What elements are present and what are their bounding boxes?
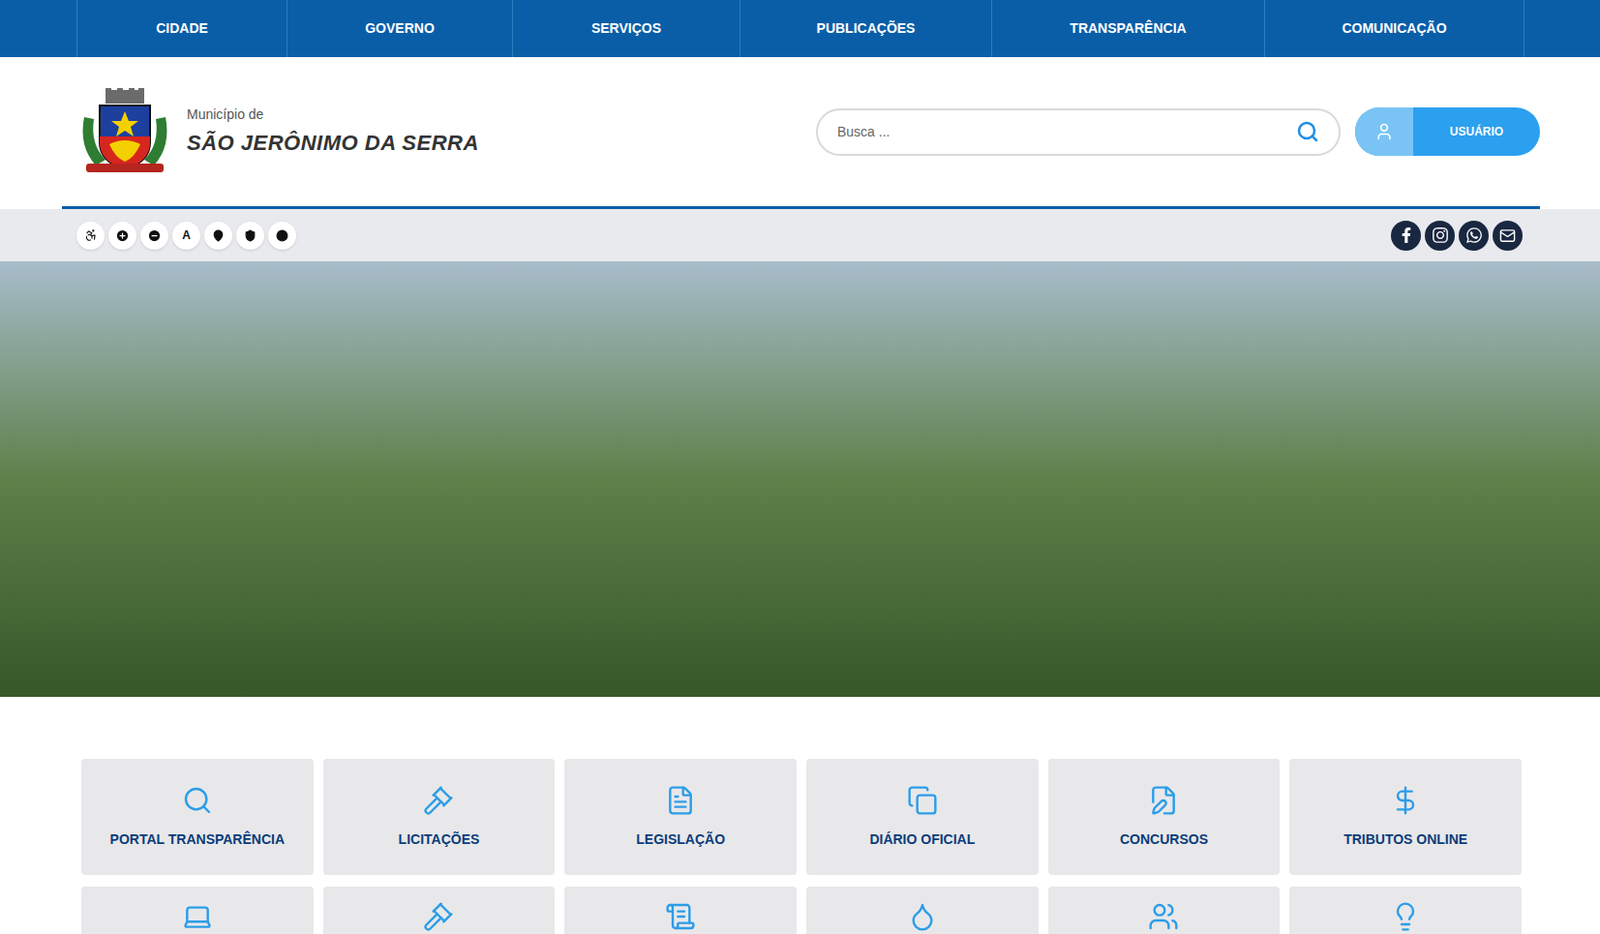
people-icon bbox=[1147, 901, 1179, 933]
quick-link-card[interactable]: DIÁRIO OFICIAL bbox=[806, 758, 1039, 876]
nav-item[interactable]: CIDADE bbox=[76, 0, 287, 58]
tile-icon bbox=[422, 784, 454, 816]
quick-link-card[interactable]: PORTAL TRANSPARÊNCIA bbox=[81, 758, 314, 876]
crest-icon bbox=[76, 88, 174, 176]
municipality-prefix: Município de bbox=[186, 104, 480, 125]
quick-link-card[interactable] bbox=[564, 886, 797, 934]
search-icon[interactable] bbox=[1296, 120, 1320, 144]
privacy-button[interactable] bbox=[236, 221, 265, 250]
nav-item[interactable]: TRANSPARÊNCIA bbox=[991, 0, 1265, 58]
location-button[interactable] bbox=[204, 221, 233, 250]
nav-item[interactable]: PUBLICAÇÕES bbox=[739, 0, 992, 58]
contrast-icon bbox=[275, 229, 289, 242]
decrease-font-button[interactable] bbox=[140, 221, 169, 250]
search-field[interactable] bbox=[815, 108, 1341, 156]
mail-icon bbox=[1499, 227, 1516, 244]
accessibility-button[interactable] bbox=[76, 221, 105, 250]
droplet-icon bbox=[906, 901, 938, 933]
tile-label: LICITAÇÕES bbox=[398, 829, 481, 850]
facebook-icon bbox=[1398, 227, 1415, 243]
quick-link-card[interactable]: TRIBUTOS ONLINE bbox=[1289, 758, 1522, 876]
nav-item[interactable]: COMUNICAÇÃO bbox=[1264, 0, 1525, 58]
quick-links: PORTAL TRANSPARÊNCIA LICITAÇÕES LEGISLAÇÃO… bbox=[81, 758, 1522, 934]
accessibility-icon bbox=[84, 228, 98, 242]
tile-icon bbox=[906, 784, 938, 816]
quick-link-card[interactable]: CONCURSOS bbox=[1048, 758, 1281, 876]
quick-link-card[interactable] bbox=[806, 886, 1039, 934]
shield-icon bbox=[243, 229, 257, 242]
tile-label: TRIBUTOS ONLINE bbox=[1343, 829, 1468, 850]
quick-link-card[interactable]: LICITAÇÕES bbox=[323, 758, 556, 876]
top-nav: CIDADEGOVERNOSERVIÇOSPUBLICAÇÕESTRANSPAR… bbox=[0, 0, 1600, 58]
font-label: A bbox=[181, 226, 191, 244]
user-label: USUÁRIO bbox=[1413, 122, 1540, 141]
tile-icon bbox=[1389, 784, 1421, 816]
logo[interactable]: Município deSÃO JERÔNIMO DA SERRA bbox=[76, 88, 480, 176]
quick-link-card[interactable]: LEGISLAÇÃO bbox=[564, 758, 797, 876]
document-icon bbox=[664, 901, 696, 933]
pin-icon bbox=[211, 229, 225, 242]
contrast-button[interactable] bbox=[268, 221, 297, 250]
header: Município deSÃO JERÔNIMO DA SERRA USUÁRIO bbox=[61, 57, 1540, 210]
tile-icon bbox=[1147, 784, 1179, 816]
municipality-name: SÃO JERÔNIMO DA SERRA bbox=[186, 126, 480, 159]
gavel-icon bbox=[422, 901, 454, 933]
quick-link-card[interactable] bbox=[323, 886, 556, 934]
page: CIDADEGOVERNOSERVIÇOSPUBLICAÇÕESTRANSPAR… bbox=[0, 0, 1600, 934]
tile-icon bbox=[664, 784, 696, 816]
tile-label: PORTAL TRANSPARÊNCIA bbox=[110, 829, 285, 850]
quick-link-card[interactable] bbox=[1048, 886, 1281, 934]
email-link[interactable] bbox=[1492, 220, 1523, 251]
laptop-icon bbox=[181, 901, 213, 933]
tourism-banner[interactable] bbox=[0, 261, 1600, 697]
instagram-icon bbox=[1431, 226, 1450, 244]
accessibility-bar: A bbox=[0, 209, 1600, 262]
nav-item[interactable]: SERVIÇOS bbox=[512, 0, 740, 58]
user-button[interactable]: USUÁRIO bbox=[1355, 107, 1540, 156]
quick-link-card[interactable] bbox=[81, 886, 314, 934]
quick-link-card[interactable] bbox=[1289, 886, 1522, 934]
nav-item[interactable]: GOVERNO bbox=[286, 0, 513, 58]
plus-icon bbox=[115, 228, 130, 243]
search-input[interactable] bbox=[837, 121, 1289, 143]
facebook-link[interactable] bbox=[1390, 220, 1421, 251]
tile-label: CONCURSOS bbox=[1119, 829, 1208, 850]
user-icon bbox=[1374, 121, 1394, 142]
increase-font-button[interactable] bbox=[108, 221, 137, 250]
whatsapp-link[interactable] bbox=[1458, 220, 1489, 251]
minus-icon bbox=[147, 228, 162, 243]
tile-label: LEGISLAÇÃO bbox=[635, 829, 725, 850]
font-button[interactable]: A bbox=[172, 221, 201, 250]
whatsapp-icon bbox=[1465, 226, 1483, 244]
instagram-link[interactable] bbox=[1424, 220, 1455, 251]
lightbulb-icon bbox=[1389, 901, 1421, 933]
tile-label: DIÁRIO OFICIAL bbox=[869, 829, 975, 850]
tile-icon bbox=[181, 784, 213, 816]
